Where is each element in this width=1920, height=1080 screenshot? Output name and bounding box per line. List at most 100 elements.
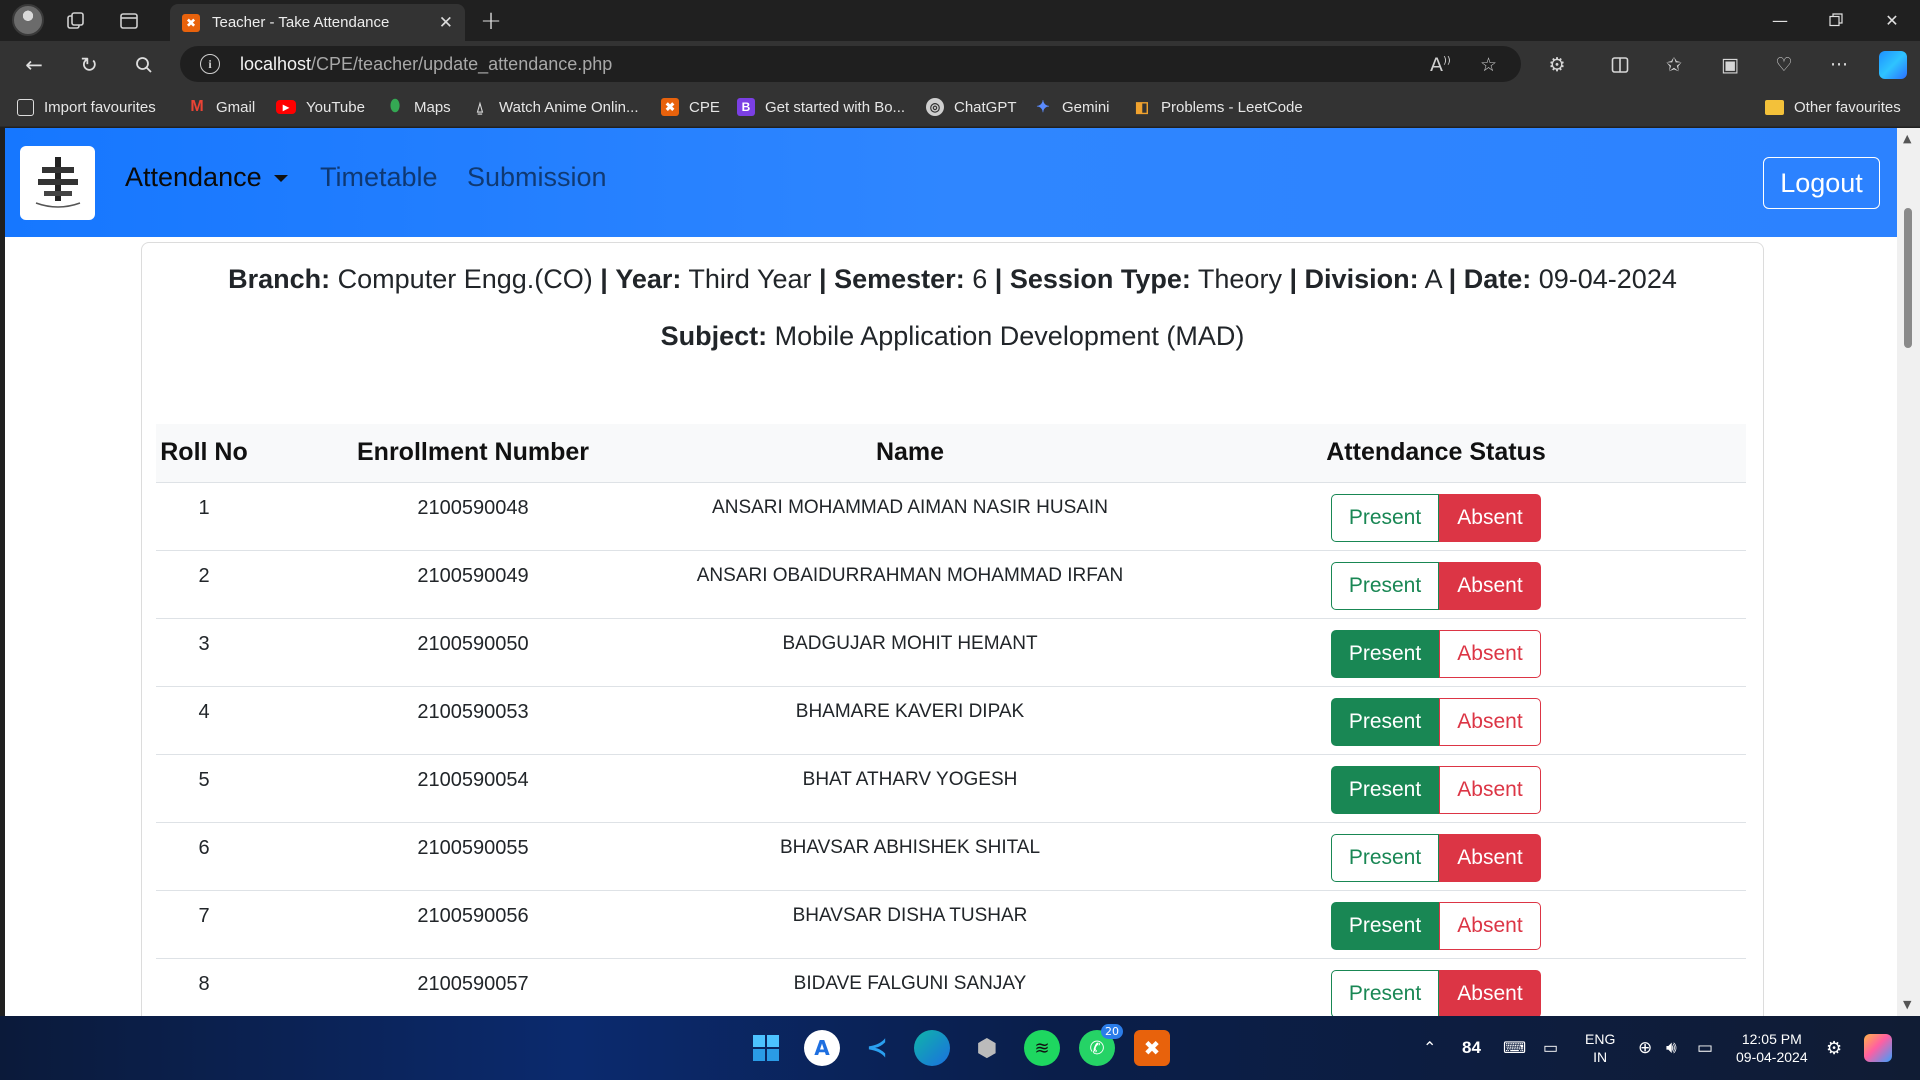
fav-gemini[interactable]: ✦ Gemini: [1034, 87, 1109, 127]
absent-button[interactable]: Absent: [1439, 765, 1541, 814]
absent-button[interactable]: Absent: [1439, 561, 1541, 610]
keyboard-icon[interactable]: ⌨: [1503, 1016, 1526, 1080]
fav-leetcode[interactable]: ◧ Problems - LeetCode: [1133, 87, 1303, 127]
table-row: 1 2100590048 ANSARI MOHAMMAD AIMAN NASIR H…: [156, 482, 1746, 550]
college-logo[interactable]: [20, 146, 95, 220]
nav-attendance-dropdown[interactable]: Attendance: [125, 162, 288, 193]
student-name-cell: ANSARI MOHAMMAD AIMAN NASIR HUSAIN: [712, 496, 1108, 518]
xampp-icon[interactable]: ✖: [1134, 1030, 1170, 1066]
split-screen-icon[interactable]: [1604, 49, 1636, 81]
fav-import-favourites[interactable]: Import favourites: [17, 87, 156, 127]
fav-gmail[interactable]: M Gmail: [188, 87, 255, 127]
top-navbar: Attendance Timetable Submission Logout: [5, 128, 1897, 237]
present-button[interactable]: Present: [1331, 561, 1439, 610]
refresh-icon[interactable]: ↻: [73, 49, 105, 81]
network-icon[interactable]: ⊕: [1638, 1016, 1652, 1080]
favourite-star-icon[interactable]: ☆: [1480, 54, 1497, 76]
fav-youtube[interactable]: ▶ YouTube: [276, 87, 365, 127]
fav-other-favourites[interactable]: Other favourites: [1765, 87, 1901, 127]
copilot-icon[interactable]: [1879, 51, 1907, 79]
site-info-icon[interactable]: i: [200, 54, 220, 74]
battery-icon[interactable]: ▭: [1697, 1016, 1713, 1080]
search-icon[interactable]: [128, 49, 160, 81]
year-label: Year:: [615, 264, 682, 294]
fav-bootstrap[interactable]: B Get started with Bo...: [737, 87, 905, 127]
url-path: /CPE/teacher/update_attendance.php: [311, 53, 613, 74]
browser-essentials-icon[interactable]: ♡: [1768, 49, 1800, 81]
show-hidden-icons-icon[interactable]: ⌃: [1423, 1016, 1436, 1080]
language-indicator[interactable]: ENG IN: [1585, 1016, 1615, 1080]
present-button[interactable]: Present: [1331, 493, 1439, 542]
page-scrollbar[interactable]: ▲ ▼: [1897, 128, 1920, 1016]
fav-label: Other favourites: [1794, 98, 1901, 116]
present-button[interactable]: Present: [1331, 697, 1439, 746]
attendance-card: Branch: Computer Engg.(CO) | Year: Third…: [141, 242, 1764, 1016]
back-icon[interactable]: ←: [18, 49, 50, 81]
collections-icon[interactable]: ▣: [1714, 49, 1746, 81]
roll-no-cell: 8: [198, 972, 210, 995]
present-button[interactable]: Present: [1331, 969, 1439, 1016]
semester-value: 6: [972, 264, 988, 294]
extensions-icon[interactable]: ⚙: [1541, 49, 1573, 81]
minimize-icon[interactable]: —: [1752, 0, 1808, 40]
separator: |: [600, 264, 608, 294]
weather-temp[interactable]: 84: [1462, 1016, 1481, 1080]
branch-label: Branch:: [228, 264, 331, 294]
restore-icon[interactable]: [1808, 0, 1864, 40]
subject-label: Subject:: [660, 321, 768, 351]
roll-no-cell: 4: [198, 700, 210, 723]
present-button[interactable]: Present: [1331, 833, 1439, 882]
fav-cpe[interactable]: ✖ CPE: [661, 87, 720, 127]
profile-avatar[interactable]: [12, 4, 44, 36]
vscode-icon[interactable]: ≺: [859, 1030, 895, 1066]
present-button[interactable]: Present: [1331, 765, 1439, 814]
spotify-icon[interactable]: ≋: [1024, 1030, 1060, 1066]
close-window-icon[interactable]: ✕: [1864, 0, 1920, 40]
semester-label: Semester:: [834, 264, 965, 294]
absent-button[interactable]: Absent: [1439, 697, 1541, 746]
nav-timetable[interactable]: Timetable: [320, 162, 438, 193]
tab-actions-icon[interactable]: [115, 7, 143, 35]
display-icon[interactable]: ▭: [1543, 1016, 1558, 1080]
workspaces-icon[interactable]: [62, 7, 90, 35]
scroll-down-icon[interactable]: ▼: [1903, 998, 1911, 1011]
tab-close-icon[interactable]: ✕: [439, 13, 453, 33]
present-button[interactable]: Present: [1331, 901, 1439, 950]
app-store-icon[interactable]: A: [804, 1030, 840, 1066]
fav-anime[interactable]: ⍙ Watch Anime Onlin...: [471, 87, 639, 127]
absent-button[interactable]: Absent: [1439, 629, 1541, 678]
url-field[interactable]: i localhost/CPE/teacher/update_attendanc…: [180, 46, 1521, 82]
favourites-icon[interactable]: ✩: [1658, 49, 1690, 81]
student-name-cell: BHAT ATHARV YOGESH: [802, 768, 1018, 790]
more-options-icon[interactable]: ···: [1823, 49, 1855, 81]
enrollment-cell: 2100590055: [417, 836, 529, 859]
attendance-status-cell: Present Absent: [1126, 686, 1746, 754]
whatsapp-badge: 20: [1101, 1024, 1123, 1039]
enrollment-cell: 2100590057: [417, 972, 529, 995]
logout-button[interactable]: Logout: [1763, 157, 1880, 209]
fav-chatgpt[interactable]: ◎ ChatGPT: [926, 87, 1017, 127]
absent-button[interactable]: Absent: [1439, 833, 1541, 882]
fav-maps[interactable]: ⬮ Maps: [386, 87, 451, 127]
edge-icon[interactable]: [914, 1030, 950, 1066]
present-button[interactable]: Present: [1331, 629, 1439, 678]
scroll-up-icon[interactable]: ▲: [1903, 132, 1911, 145]
attendance-status-cell: Present Absent: [1126, 822, 1746, 890]
roll-no-cell: 2: [198, 564, 210, 587]
start-icon[interactable]: [748, 1030, 784, 1066]
absent-button[interactable]: Absent: [1439, 969, 1541, 1016]
copilot-taskbar-icon[interactable]: [1864, 1016, 1892, 1080]
volume-icon[interactable]: 🔊︎: [1666, 1016, 1677, 1080]
branch-value: Computer Engg.(CO): [337, 264, 593, 294]
read-aloud-icon[interactable]: A)): [1430, 54, 1451, 76]
clock[interactable]: 12:05 PM 09-04-2024: [1736, 1016, 1808, 1080]
settings-gear-icon[interactable]: ⚙: [1826, 1016, 1842, 1080]
github-desktop-icon[interactable]: ⬢: [969, 1030, 1005, 1066]
active-tab[interactable]: ✖ Teacher - Take Attendance ✕: [170, 4, 465, 41]
new-tab-icon[interactable]: +: [477, 6, 505, 36]
nav-submission[interactable]: Submission: [467, 162, 607, 193]
absent-button[interactable]: Absent: [1439, 493, 1541, 542]
scroll-thumb[interactable]: [1904, 208, 1912, 348]
whatsapp-icon[interactable]: ✆ 20: [1079, 1024, 1123, 1066]
absent-button[interactable]: Absent: [1439, 901, 1541, 950]
